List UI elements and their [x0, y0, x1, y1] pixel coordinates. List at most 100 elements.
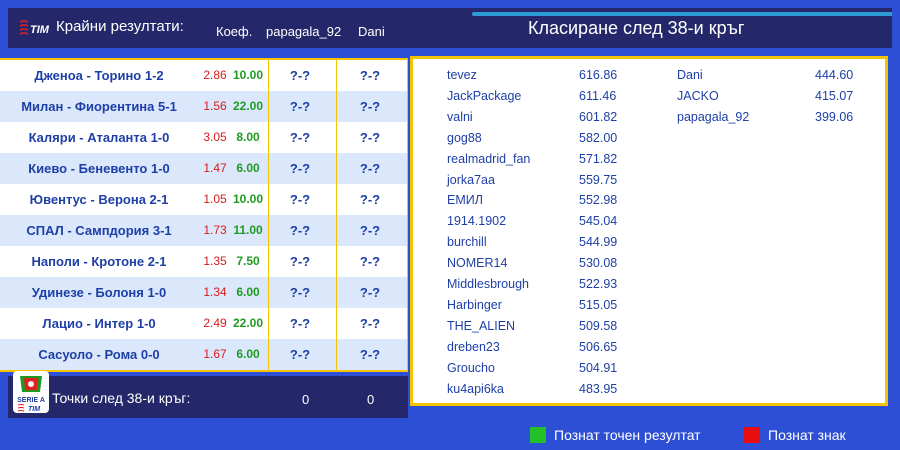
player1-prediction: ?-?: [289, 192, 311, 207]
standings-player-points: 504.91: [579, 360, 618, 375]
table-row: Лацио - Интер 1-0 2.49 22.00 ?-? ?-?: [0, 308, 408, 339]
table-row: Дженоа - Торино 1-2 2.86 10.00 ?-? ?-?: [0, 60, 408, 91]
match-name: СПАЛ - Сампдория 3-1: [26, 223, 172, 238]
standings-player-points: 582.00: [579, 130, 618, 145]
player2-prediction: ?-?: [359, 192, 381, 207]
match-name: Наполи - Кротоне 2-1: [31, 254, 167, 269]
player1-prediction: ?-?: [289, 254, 311, 269]
standings-player-name: Harbinger: [447, 297, 502, 312]
table-row: Ювентус - Верона 2-1 1.05 10.00 ?-? ?-?: [0, 184, 408, 215]
header-stripe: [472, 12, 892, 16]
match-odd: 1.56: [203, 99, 227, 113]
standings-player-name: Dani: [677, 68, 703, 82]
table-row: Удинезе - Болоня 1-0 1.34 6.00 ?-? ?-?: [0, 277, 408, 308]
standings-player-name: tevez: [447, 68, 477, 82]
player2-total-points: 0: [367, 392, 375, 407]
match-odd: 3.05: [203, 130, 227, 144]
column-divider: [407, 58, 408, 370]
exact-result-legend: Познат точен резултат: [554, 427, 701, 443]
sign-color-icon: [744, 427, 760, 443]
player1-prediction: ?-?: [289, 223, 311, 238]
player2-prediction: ?-?: [359, 347, 381, 362]
player2-prediction: ?-?: [359, 161, 381, 176]
match-odd: 1.67: [203, 347, 227, 361]
player1-prediction: ?-?: [289, 99, 311, 114]
standings-player-points: 444.60: [815, 68, 854, 82]
player1-column-header: papagala_92: [266, 24, 342, 39]
header-bar: TIM Крайни резултати: Коеф. papagala_92 …: [8, 8, 892, 48]
table-row: Каляри - Аталанта 1-0 3.05 8.00 ?-? ?-?: [0, 122, 408, 153]
match-results-table: Дженоа - Торино 1-2 2.86 10.00 ?-? ?-? Милан …: [0, 58, 408, 372]
serie-a-tim-text: TIM: [28, 406, 40, 413]
player2-prediction: ?-?: [359, 99, 381, 114]
match-odd: 1.47: [203, 161, 227, 175]
standings-player-name: ЕМИЛ: [447, 193, 483, 208]
player1-prediction: ?-?: [289, 347, 311, 362]
tim-logo-icon: TIM: [19, 20, 50, 36]
match-points: 8.00: [236, 130, 260, 144]
match-name: Дженоа - Торино 1-2: [34, 68, 164, 83]
standings-player-points: 415.07: [815, 88, 854, 103]
standings-panel: tevez 616.86 JackPackage 611.46 valni 601.82 g…: [410, 56, 888, 406]
table-row: Наполи - Кротоне 2-1 1.35 7.50 ?-? ?-?: [0, 246, 408, 277]
exact-result-color-icon: [530, 427, 546, 443]
player2-column-header: Dani: [358, 24, 385, 39]
standings-player-name: Groucho: [447, 360, 495, 375]
player2-prediction: ?-?: [359, 254, 381, 269]
odds-column-header: Коеф.: [216, 24, 253, 39]
standings-player-name: gog88: [447, 130, 482, 145]
standings-player-points: 552.98: [579, 193, 618, 208]
standings-title: Класиране след 38-и кръг: [528, 18, 745, 38]
standings-player-name: burchill: [447, 235, 487, 250]
match-name: Милан - Фиорентина 5-1: [21, 99, 177, 114]
standings-player-name: NOMER14: [447, 256, 508, 271]
standings-player-name: THE_ALIEN: [447, 318, 516, 333]
standings-player-points: 515.05: [579, 297, 618, 312]
match-odd: 2.49: [203, 316, 227, 330]
standings-player-name: ku4api6ka: [447, 381, 504, 396]
standings-player-points: 522.93: [579, 277, 618, 291]
standings-player-name: 1914.1902: [447, 214, 507, 229]
standings-player-name: dreben23: [447, 339, 500, 354]
match-points: 22.00: [232, 99, 264, 113]
standings-player-points: 601.82: [579, 109, 618, 124]
match-odd: 1.34: [203, 285, 227, 299]
standings-player-points: 544.99: [579, 235, 618, 250]
standings-player-points: 483.95: [579, 381, 618, 396]
match-odd: 2.86: [203, 68, 227, 82]
match-points: 7.50: [236, 254, 260, 268]
match-points: 10.00: [232, 68, 264, 82]
column-divider: [268, 58, 269, 370]
standings-player-points: 509.58: [579, 318, 618, 333]
table-row: Сасуоло - Рома 0-0 1.67 6.00 ?-? ?-?: [0, 339, 408, 370]
match-name: Киево - Беневенто 1-0: [28, 161, 170, 176]
match-points: 6.00: [236, 161, 260, 175]
player1-prediction: ?-?: [289, 68, 311, 83]
player1-prediction: ?-?: [289, 161, 311, 176]
standings-player-points: 559.75: [579, 172, 618, 187]
match-points: 6.00: [236, 347, 260, 361]
player2-prediction: ?-?: [359, 316, 381, 331]
standings-player-name: jorka7aa: [447, 172, 495, 187]
standings-player-points: 530.08: [579, 256, 618, 271]
points-footer: SERIE A TIM Точки след 38-и кръг: 0 0: [8, 371, 408, 418]
match-odd: 1.05: [203, 192, 227, 206]
match-odd: 1.73: [203, 223, 227, 237]
sign-legend: Познат знак: [768, 427, 846, 443]
serie-a-logo-icon: SERIE A TIM: [13, 371, 49, 413]
match-name: Каляри - Аталанта 1-0: [28, 130, 170, 145]
player1-prediction: ?-?: [289, 130, 311, 145]
player1-total-points: 0: [302, 392, 310, 407]
standings-player-name: JACKO: [677, 88, 719, 103]
player2-prediction: ?-?: [359, 223, 381, 238]
points-label: Точки след 38-и кръг:: [52, 390, 191, 406]
match-points: 6.00: [236, 285, 260, 299]
standings-player-points: 571.82: [579, 151, 618, 166]
standings-player-name: JackPackage: [447, 88, 522, 103]
standings-player-points: 506.65: [579, 339, 618, 354]
serie-a-logo-text: SERIE A: [17, 397, 45, 404]
match-name: Сасуоло - Рома 0-0: [38, 347, 160, 362]
table-row: СПАЛ - Сампдория 3-1 1.73 11.00 ?-? ?-?: [0, 215, 408, 246]
match-name: Лацио - Интер 1-0: [42, 316, 156, 331]
standings-player-name: Middlesbrough: [447, 277, 529, 291]
